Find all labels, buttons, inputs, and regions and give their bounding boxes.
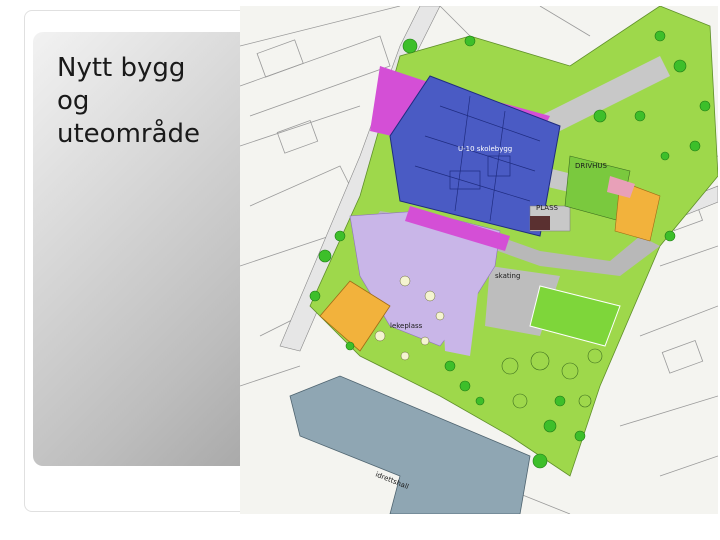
dark-patch <box>530 216 550 230</box>
plaza-label: PLASS <box>536 204 559 212</box>
building-label: U-10 skolebygg <box>458 145 512 153</box>
lekeplass-label: lekeplass <box>390 322 423 330</box>
site-plan-image: U-10 skolebygg PLASS DRIVHUS skating lek… <box>240 6 718 514</box>
skating-label: skating <box>495 272 520 280</box>
site-plan-drawing: U-10 skolebygg PLASS DRIVHUS skating lek… <box>240 6 718 514</box>
slide-title: Nytt bygg og uteområde <box>57 53 201 149</box>
greenhouse-label: DRIVHUS <box>575 162 607 170</box>
